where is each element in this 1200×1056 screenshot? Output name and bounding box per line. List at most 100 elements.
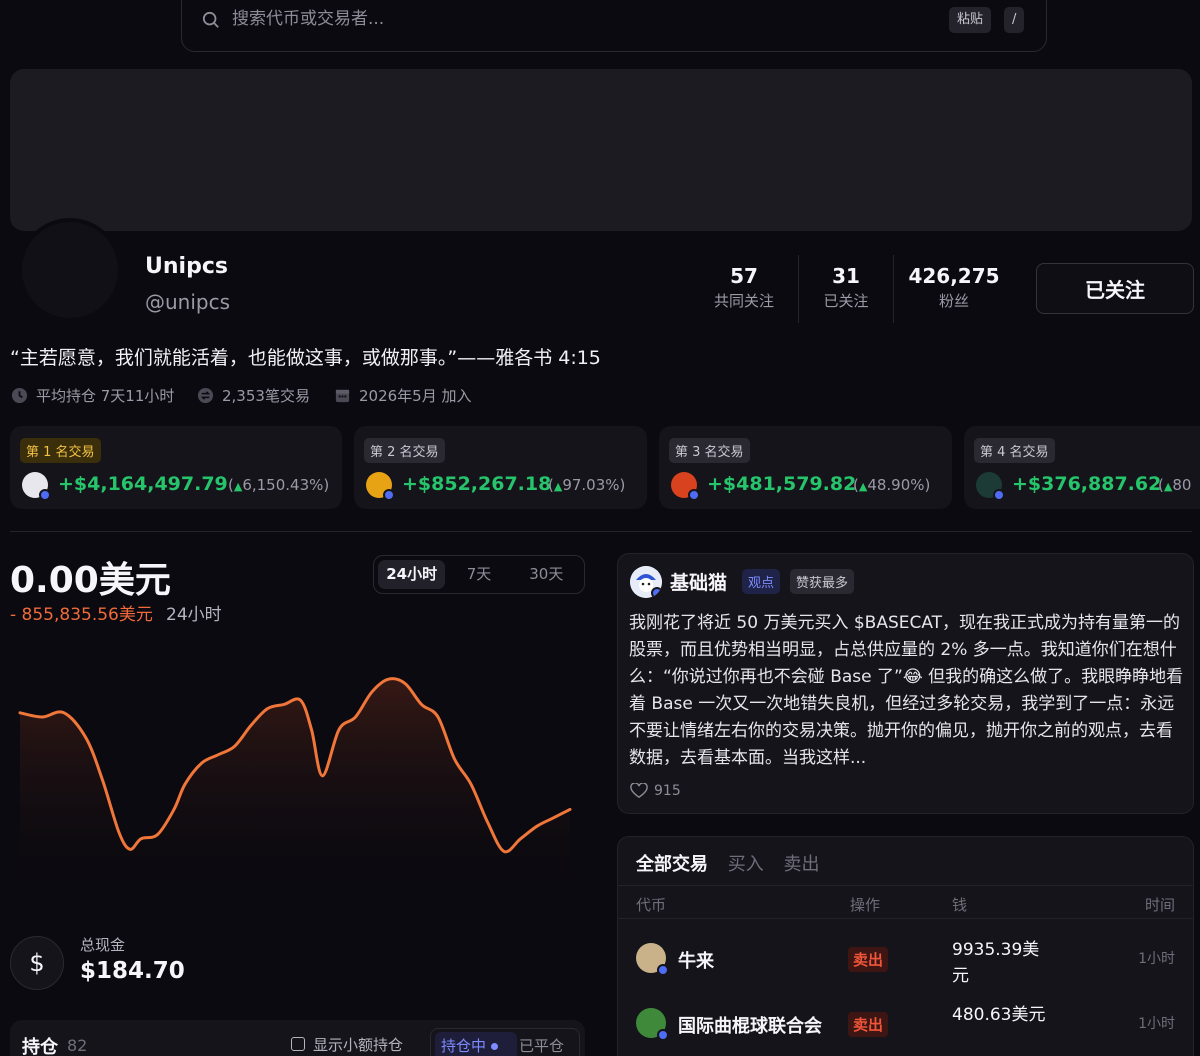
tab-all-trades[interactable]: 全部交易 <box>636 850 708 876</box>
likes-count: 915 <box>654 783 681 799</box>
table-row[interactable]: 牛来 卖出 9935.39美元 1小时 <box>618 929 1193 989</box>
table-row[interactable]: 国际曲棍球联合会 卖出 480.63美元 1小时 <box>618 994 1193 1054</box>
profile-bio: “主若愿意，我们就能活着，也能做这事，或做那事。”——雅各书 4:15 <box>10 347 601 369</box>
range-24h[interactable]: 24小时 <box>378 560 446 589</box>
trades-panel: 全部交易 买入 卖出 代币 操作 钱 时间 牛来 卖出 9935.39美元 1小… <box>617 836 1194 1056</box>
stat-value: 57 <box>730 264 758 288</box>
small-holdings-checkbox[interactable] <box>291 1037 305 1051</box>
top-trade-card-2[interactable]: 第 2 名交易 +$852,267.18 (▲97.03%) <box>354 426 647 509</box>
rank-pct: (▲97.03%) <box>548 476 626 494</box>
verified-icon <box>651 587 662 598</box>
holdings-panel: 持仓 82 显示小额持仓 持仓中 已平仓 <box>10 1020 585 1056</box>
top-trade-card-4[interactable]: 第 4 名交易 +$376,887.62 (▲80 <box>964 426 1200 509</box>
trade-amount: 9935.39美元 <box>952 940 1040 986</box>
verified-icon <box>688 489 700 501</box>
holdings-title: 持仓 <box>22 1037 58 1056</box>
coin-icon <box>22 472 51 501</box>
calendar-icon <box>335 389 350 403</box>
tab-label: 持仓中 <box>441 1037 487 1055</box>
coin-icon <box>366 472 395 501</box>
post-likes[interactable]: 915 <box>630 783 681 799</box>
sell-badge: 卖出 <box>848 1012 889 1037</box>
sell-badge: 卖出 <box>848 947 889 972</box>
rank-value: +$376,887.62 <box>1012 473 1162 495</box>
range-7d[interactable]: 7天 <box>445 560 512 589</box>
profile-name: Unipcs <box>145 254 228 279</box>
search-input[interactable] <box>232 9 832 29</box>
profile-handle: @unipcs <box>145 290 231 314</box>
small-holdings-label[interactable]: 显示小额持仓 <box>313 1034 403 1055</box>
dollar-icon: $ <box>10 936 64 990</box>
cash-label: 总现金 <box>80 936 126 954</box>
col-amount: 钱 <box>952 896 968 914</box>
rank-pct-value: 80 <box>1172 476 1192 494</box>
trade-time: 1小时 <box>1138 951 1175 967</box>
search-icon <box>202 11 219 28</box>
col-time: 时间 <box>1144 896 1175 914</box>
verified-icon <box>657 964 669 976</box>
pnl-delta: - 855,835.56美元 <box>10 605 153 625</box>
rank-pct: (▲80 <box>1158 476 1192 494</box>
heart-icon <box>630 783 648 799</box>
holdings-toggle[interactable]: 持仓中 已平仓 <box>430 1028 580 1056</box>
chart-area <box>20 678 570 900</box>
post-body: 我刚花了将近 50 万美元买入 $BASECAT，现在我正式成为持有量第一的股票… <box>629 613 1184 768</box>
coin-icon <box>636 1008 669 1041</box>
follow-button[interactable]: 已关注 <box>1036 263 1194 314</box>
trade-amount: 480.63美元 <box>952 1005 1046 1025</box>
meta-joined: 2026年5月 加入 <box>334 385 472 406</box>
rank-value: +$4,164,497.79 <box>58 473 228 495</box>
clock-icon <box>11 387 28 404</box>
stat-followers[interactable]: 426,275 粉丝 <box>908 264 1000 311</box>
coin-name[interactable]: 国际曲棍球联合会 <box>678 1012 822 1038</box>
stat-label: 共同关注 <box>713 292 774 310</box>
pnl-chart <box>18 677 572 900</box>
active-dot-icon <box>491 1043 499 1050</box>
rank-pct: (▲48.90%) <box>853 476 931 494</box>
verified-icon <box>39 489 51 501</box>
trade-time: 1小时 <box>1138 1016 1175 1032</box>
range-selector[interactable]: 24小时 7天 30天 <box>373 555 585 594</box>
tag-opinion: 观点 <box>742 569 781 594</box>
verified-icon <box>993 489 1005 501</box>
meta-joined-text: 2026年5月 加入 <box>359 387 472 405</box>
profile-banner <box>10 69 1192 231</box>
holdings-count: 82 <box>67 1036 88 1055</box>
stat-value: 426,275 <box>908 264 1000 288</box>
tab-buy[interactable]: 买入 <box>728 850 764 876</box>
tab-open-positions[interactable]: 持仓中 <box>435 1032 517 1056</box>
col-action: 操作 <box>850 896 881 914</box>
tab-closed-positions[interactable]: 已平仓 <box>519 1032 564 1056</box>
pnl-value: 0.00美元 <box>10 560 171 601</box>
rank-value: +$852,267.18 <box>402 473 552 495</box>
paste-button[interactable]: 粘贴 <box>949 7 992 33</box>
featured-post[interactable]: 基础猫 观点 赞获最多 我刚花了将近 50 万美元买入 $BASECAT，现在我… <box>617 553 1194 814</box>
trade-tabs: 全部交易 买入 卖出 <box>636 850 833 876</box>
coin-icon <box>671 472 700 501</box>
range-30d[interactable]: 30天 <box>513 560 580 589</box>
rank-tag: 第 2 名交易 <box>364 438 445 463</box>
meta-trades: 2,353笔交易 <box>197 385 310 406</box>
coin-name[interactable]: 牛来 <box>678 947 714 973</box>
avatar <box>18 218 122 322</box>
rank-tag: 第 1 名交易 <box>20 438 101 463</box>
tag-most-liked: 赞获最多 <box>790 569 855 594</box>
pnl-period: 24小时 <box>166 605 222 625</box>
top-trade-card-3[interactable]: 第 3 名交易 +$481,579.82 (▲48.90%) <box>659 426 952 509</box>
post-avatar[interactable] <box>630 566 662 598</box>
post-author[interactable]: 基础猫 <box>670 568 727 595</box>
verified-icon <box>657 1029 669 1041</box>
tab-sell[interactable]: 卖出 <box>783 850 819 876</box>
stat-label: 已关注 <box>823 292 869 310</box>
stat-value: 31 <box>832 264 860 288</box>
top-trade-card-1[interactable]: 第 1 名交易 +$4,164,497.79 (▲6,150.43%) <box>10 426 342 509</box>
meta-trades-text: 2,353笔交易 <box>222 387 310 405</box>
cash-value: $184.70 <box>80 958 185 984</box>
search-bar[interactable]: 粘贴 / <box>181 0 1047 52</box>
shortcut-key: / <box>1004 7 1025 33</box>
rank-tag: 第 3 名交易 <box>669 438 750 463</box>
rank-pct-value: 6,150.43% <box>242 476 324 494</box>
stat-mutual[interactable]: 57 共同关注 <box>706 264 782 311</box>
divider <box>798 255 799 323</box>
stat-following[interactable]: 31 已关注 <box>815 264 877 311</box>
